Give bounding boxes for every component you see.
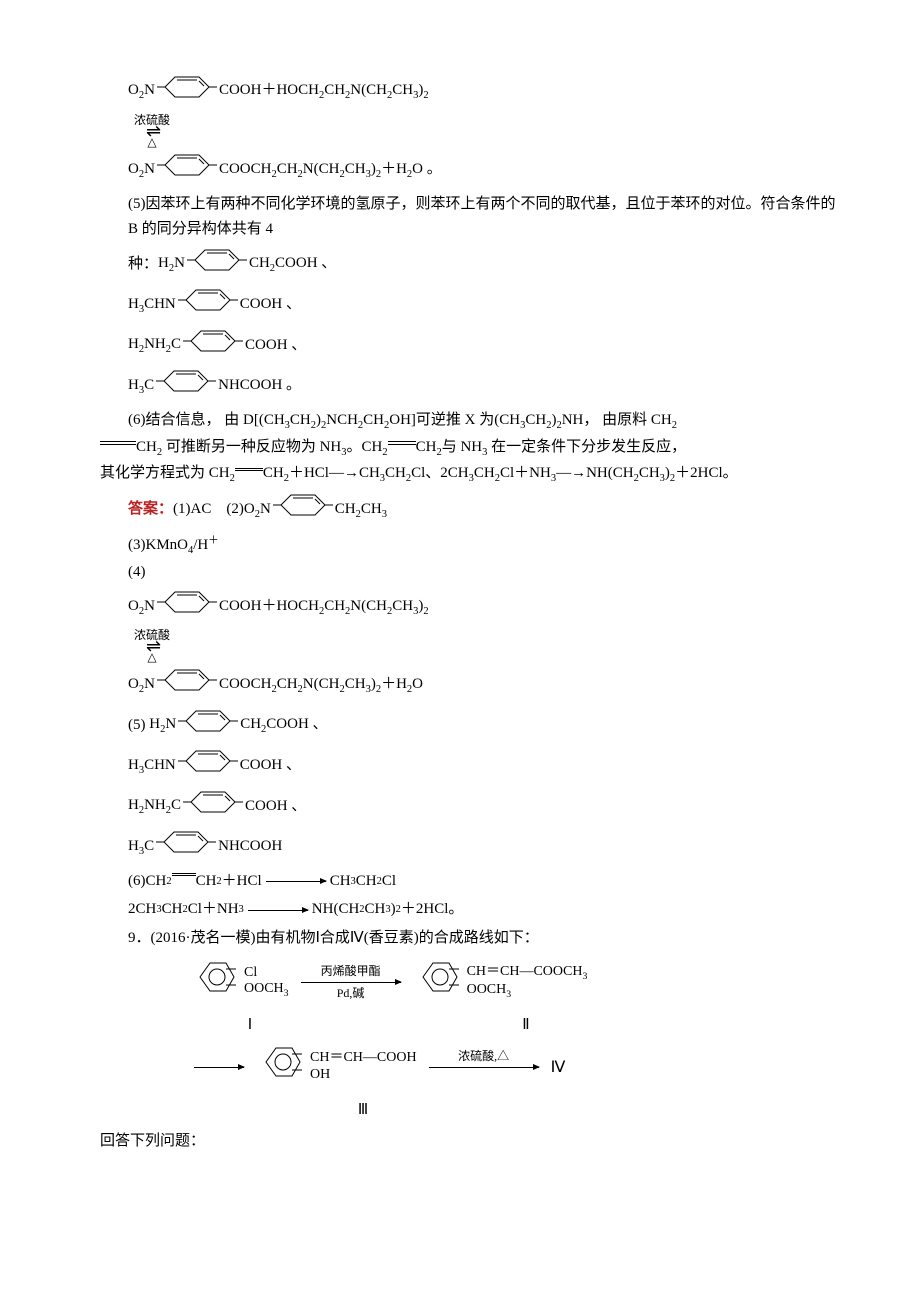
answer-line-1-2: 答案： (1)AC (2) O2N CH2CH3 [128, 491, 840, 529]
benzene-icon [157, 666, 217, 704]
isomer-c: H2NH2C COOH 、 [128, 327, 840, 365]
formula-text: COOH 、 [240, 292, 301, 318]
compound-I-substituents: Cl OOCH3 [244, 965, 289, 1000]
paragraph-6-line2: CH2 可推断另一种反应物为 NH3。CH2CH2与 NH3 在一定条件下分步发… [100, 435, 840, 462]
paragraph-6-line3: 其化学方程式为 CH2CH2＋HCl―→CH3CH2Cl、2CH3CH2Cl＋N… [100, 461, 840, 488]
equation-top-products: O2N COOCH2CH2N(CH2CH3)2＋H2O 。 [128, 151, 840, 189]
equation-top-arrow: 浓硫酸 ⇌ △ [128, 114, 840, 149]
answer-5-iso-b: H3CHN COOH 、 [128, 747, 840, 785]
formula-text: O2N [244, 497, 271, 524]
equilibrium-arrow-icon: 浓硫酸 ⇌ △ [134, 629, 170, 664]
benzene-ortho-icon [190, 957, 236, 1007]
answer-4-reactants: O2N COOH＋HOCH2CH2N(CH2CH3)2 [128, 588, 840, 626]
benzene-icon [273, 491, 333, 529]
benzene-icon [157, 73, 217, 111]
label-II: Ⅱ [436, 1013, 616, 1039]
paragraph-5: (5)因苯环上有两种不同化学环境的氢原子，则苯环上有两个不同的取代基，且位于苯环… [128, 192, 840, 243]
synthesis-scheme: Cl OOCH3 丙烯酸甲酯Pd,碱 CH＝CH—COOCH3 OOCH3 Ⅰ … [190, 957, 840, 1123]
label-III: Ⅲ [258, 1098, 468, 1124]
benzene-icon [178, 747, 238, 785]
reaction-arrow-icon: 浓硫酸,△ [429, 1046, 539, 1088]
formula-text: H2N [158, 251, 185, 278]
formula-text: O2N [128, 594, 155, 621]
formula-text: NHCOOH 。 [218, 373, 301, 399]
formula-text: CH2COOH 、 [240, 712, 327, 739]
compound-III-substituents: CH＝CH—COOH OH [310, 1050, 417, 1084]
formula-text: H2N [149, 712, 176, 739]
benzene-icon [157, 588, 217, 626]
isomer-a: 种： H2N CH2COOH 、 [128, 246, 840, 284]
isomer-b: H3CHN COOH 、 [128, 286, 840, 324]
benzene-icon [183, 788, 243, 826]
formula-text: O2N [128, 78, 155, 105]
formula-text: H3CHN [128, 753, 176, 780]
answer-1: (1)AC (2) [173, 497, 244, 523]
formula-text: COOH 、 [245, 333, 306, 359]
closing-line: 回答下列问题： [100, 1129, 840, 1155]
answer-5-label: (5) [128, 713, 146, 739]
question-9: 9．(2016·茂名一模)由有机物Ⅰ合成Ⅳ(香豆素)的合成路线如下： [128, 926, 840, 952]
formula-text: O2N [128, 672, 155, 699]
answer-4-products: O2N COOCH2CH2N(CH2CH3)2＋H2O [128, 666, 840, 704]
benzene-icon [187, 246, 247, 284]
compound-II-substituents: CH＝CH—COOCH3 OOCH3 [467, 964, 588, 1001]
benzene-icon [156, 828, 216, 866]
reaction-arrow-icon [248, 910, 308, 911]
formula-text: H3CHN [128, 292, 176, 319]
formula-text: H2NH2C [128, 332, 181, 359]
equation-top-reactants: O2N COOH＋HOCH2CH2N(CH2CH3)2 [128, 73, 840, 111]
list-intro: 种： [128, 252, 158, 278]
answer-4-arrow: 浓硫酸 ⇌ △ [128, 629, 840, 664]
formula-text: H3C [128, 373, 154, 400]
answer-5-iso-a: (5) H2N CH2COOH 、 [128, 707, 840, 745]
answer-5-iso-d: H3C NHCOOH [128, 828, 840, 866]
reaction-arrow-icon [266, 881, 326, 882]
benzene-icon [156, 367, 216, 405]
reaction-arrow-icon: 丙烯酸甲酯Pd,碱 [301, 961, 401, 1003]
isomer-d: H3C NHCOOH 。 [128, 367, 840, 405]
formula-text: COOCH2CH2N(CH2CH3)2＋H2O [219, 672, 423, 699]
benzene-icon [183, 327, 243, 365]
benzene-icon [178, 707, 238, 745]
formula-text: CH2COOH 、 [249, 251, 336, 278]
formula-text: COOH 、 [245, 794, 306, 820]
formula-text: COOH 、 [240, 753, 301, 779]
formula-text: COOCH2CH2N(CH2CH3)2＋H2O 。 [219, 157, 442, 184]
label-IV: Ⅳ [551, 1054, 566, 1081]
formula-text: O2N [128, 157, 155, 184]
formula-text: H2NH2C [128, 793, 181, 820]
equilibrium-arrow-icon: 浓硫酸 ⇌ △ [134, 114, 170, 149]
answer-3: (3)KMnO4/H＋ [128, 532, 840, 560]
benzene-ortho-icon [256, 1042, 302, 1092]
benzene-ortho-icon [413, 957, 459, 1007]
answer-6-line1: (6)CH2CH2＋HCl CH3CH2Cl [128, 869, 840, 895]
formula-text: NHCOOH [218, 834, 282, 860]
formula-text: H3C [128, 834, 154, 861]
reaction-arrow-icon [194, 1046, 244, 1088]
paragraph-6: (6)结合信息， 由 D[(CH3CH2)2NCH2CH2OH]可逆推 X 为(… [128, 408, 840, 435]
benzene-icon [157, 151, 217, 189]
label-I: Ⅰ [190, 1013, 310, 1039]
formula-text: COOH＋HOCH2CH2N(CH2CH3)2 [219, 78, 429, 105]
formula-text: COOH＋HOCH2CH2N(CH2CH3)2 [219, 594, 429, 621]
answer-6-line2: 2CH3CH2Cl＋NH3 NH(CH2CH3)2＋2HCl。 [128, 897, 840, 923]
answer-label: 答案： [128, 497, 173, 523]
benzene-icon [178, 286, 238, 324]
answer-4-label: (4) [128, 560, 840, 586]
answer-5-iso-c: H2NH2C COOH 、 [128, 788, 840, 826]
formula-text: CH2CH3 [335, 497, 387, 524]
